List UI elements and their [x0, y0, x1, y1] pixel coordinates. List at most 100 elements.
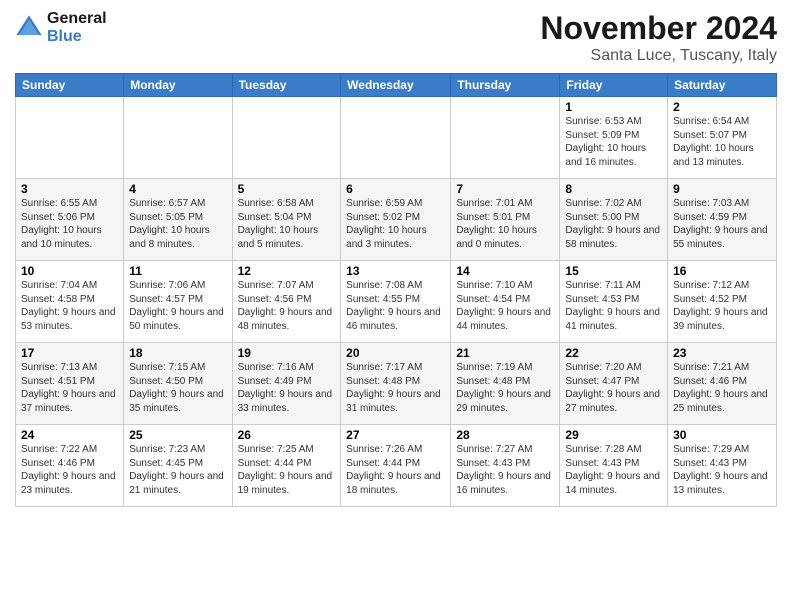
day-number: 18 — [129, 346, 226, 360]
day-info: Sunrise: 7:28 AM Sunset: 4:43 PM Dayligh… — [565, 443, 662, 497]
week-row-5: 24Sunrise: 7:22 AM Sunset: 4:46 PM Dayli… — [16, 425, 777, 507]
day-info: Sunrise: 6:55 AM Sunset: 5:06 PM Dayligh… — [21, 197, 118, 251]
day-number: 21 — [456, 346, 554, 360]
day-number: 6 — [346, 182, 445, 196]
calendar-cell: 4Sunrise: 6:57 AM Sunset: 5:05 PM Daylig… — [124, 179, 232, 261]
day-number: 17 — [21, 346, 118, 360]
day-number: 16 — [673, 264, 771, 278]
col-friday: Friday — [560, 74, 668, 97]
calendar-cell: 27Sunrise: 7:26 AM Sunset: 4:44 PM Dayli… — [341, 425, 451, 507]
calendar-cell: 23Sunrise: 7:21 AM Sunset: 4:46 PM Dayli… — [668, 343, 777, 425]
header-row: Sunday Monday Tuesday Wednesday Thursday… — [16, 74, 777, 97]
day-number: 5 — [238, 182, 336, 196]
day-number: 14 — [456, 264, 554, 278]
calendar-cell: 5Sunrise: 6:58 AM Sunset: 5:04 PM Daylig… — [232, 179, 341, 261]
day-info: Sunrise: 7:01 AM Sunset: 5:01 PM Dayligh… — [456, 197, 554, 251]
location: Santa Luce, Tuscany, Italy — [540, 47, 777, 65]
day-info: Sunrise: 7:10 AM Sunset: 4:54 PM Dayligh… — [456, 279, 554, 333]
day-info: Sunrise: 7:23 AM Sunset: 4:45 PM Dayligh… — [129, 443, 226, 497]
day-info: Sunrise: 7:19 AM Sunset: 4:48 PM Dayligh… — [456, 361, 554, 415]
calendar-cell: 13Sunrise: 7:08 AM Sunset: 4:55 PM Dayli… — [341, 261, 451, 343]
day-info: Sunrise: 7:26 AM Sunset: 4:44 PM Dayligh… — [346, 443, 445, 497]
calendar-cell — [451, 97, 560, 179]
day-info: Sunrise: 6:54 AM Sunset: 5:07 PM Dayligh… — [673, 115, 771, 169]
day-info: Sunrise: 7:20 AM Sunset: 4:47 PM Dayligh… — [565, 361, 662, 415]
day-info: Sunrise: 7:11 AM Sunset: 4:53 PM Dayligh… — [565, 279, 662, 333]
calendar-cell: 24Sunrise: 7:22 AM Sunset: 4:46 PM Dayli… — [16, 425, 124, 507]
week-row-1: 1Sunrise: 6:53 AM Sunset: 5:09 PM Daylig… — [16, 97, 777, 179]
calendar-cell: 11Sunrise: 7:06 AM Sunset: 4:57 PM Dayli… — [124, 261, 232, 343]
day-number: 25 — [129, 428, 226, 442]
calendar-cell: 6Sunrise: 6:59 AM Sunset: 5:02 PM Daylig… — [341, 179, 451, 261]
day-number: 19 — [238, 346, 336, 360]
calendar-cell: 12Sunrise: 7:07 AM Sunset: 4:56 PM Dayli… — [232, 261, 341, 343]
calendar-cell: 1Sunrise: 6:53 AM Sunset: 5:09 PM Daylig… — [560, 97, 668, 179]
week-row-3: 10Sunrise: 7:04 AM Sunset: 4:58 PM Dayli… — [16, 261, 777, 343]
day-number: 23 — [673, 346, 771, 360]
calendar-cell: 14Sunrise: 7:10 AM Sunset: 4:54 PM Dayli… — [451, 261, 560, 343]
calendar-cell — [341, 97, 451, 179]
day-number: 11 — [129, 264, 226, 278]
calendar-cell: 26Sunrise: 7:25 AM Sunset: 4:44 PM Dayli… — [232, 425, 341, 507]
day-info: Sunrise: 7:06 AM Sunset: 4:57 PM Dayligh… — [129, 279, 226, 333]
day-info: Sunrise: 7:29 AM Sunset: 4:43 PM Dayligh… — [673, 443, 771, 497]
day-info: Sunrise: 7:15 AM Sunset: 4:50 PM Dayligh… — [129, 361, 226, 415]
calendar-cell — [124, 97, 232, 179]
day-info: Sunrise: 7:12 AM Sunset: 4:52 PM Dayligh… — [673, 279, 771, 333]
header: General Blue November 2024 Santa Luce, T… — [15, 10, 777, 65]
day-info: Sunrise: 7:02 AM Sunset: 5:00 PM Dayligh… — [565, 197, 662, 251]
day-info: Sunrise: 6:53 AM Sunset: 5:09 PM Dayligh… — [565, 115, 662, 169]
calendar-cell: 19Sunrise: 7:16 AM Sunset: 4:49 PM Dayli… — [232, 343, 341, 425]
logo-text: General Blue — [47, 10, 107, 46]
day-info: Sunrise: 7:22 AM Sunset: 4:46 PM Dayligh… — [21, 443, 118, 497]
day-info: Sunrise: 6:57 AM Sunset: 5:05 PM Dayligh… — [129, 197, 226, 251]
calendar-cell: 8Sunrise: 7:02 AM Sunset: 5:00 PM Daylig… — [560, 179, 668, 261]
calendar-cell: 21Sunrise: 7:19 AM Sunset: 4:48 PM Dayli… — [451, 343, 560, 425]
col-tuesday: Tuesday — [232, 74, 341, 97]
calendar-cell — [232, 97, 341, 179]
calendar-cell: 3Sunrise: 6:55 AM Sunset: 5:06 PM Daylig… — [16, 179, 124, 261]
calendar-cell: 15Sunrise: 7:11 AM Sunset: 4:53 PM Dayli… — [560, 261, 668, 343]
day-number: 30 — [673, 428, 771, 442]
calendar-cell: 25Sunrise: 7:23 AM Sunset: 4:45 PM Dayli… — [124, 425, 232, 507]
calendar-cell: 17Sunrise: 7:13 AM Sunset: 4:51 PM Dayli… — [16, 343, 124, 425]
col-saturday: Saturday — [668, 74, 777, 97]
day-number: 12 — [238, 264, 336, 278]
day-info: Sunrise: 7:27 AM Sunset: 4:43 PM Dayligh… — [456, 443, 554, 497]
day-info: Sunrise: 7:04 AM Sunset: 4:58 PM Dayligh… — [21, 279, 118, 333]
day-number: 2 — [673, 100, 771, 114]
logo-icon — [15, 14, 43, 42]
calendar-cell: 9Sunrise: 7:03 AM Sunset: 4:59 PM Daylig… — [668, 179, 777, 261]
calendar-cell: 10Sunrise: 7:04 AM Sunset: 4:58 PM Dayli… — [16, 261, 124, 343]
day-number: 28 — [456, 428, 554, 442]
calendar-cell: 2Sunrise: 6:54 AM Sunset: 5:07 PM Daylig… — [668, 97, 777, 179]
day-number: 20 — [346, 346, 445, 360]
day-info: Sunrise: 7:17 AM Sunset: 4:48 PM Dayligh… — [346, 361, 445, 415]
calendar-cell: 16Sunrise: 7:12 AM Sunset: 4:52 PM Dayli… — [668, 261, 777, 343]
day-number: 15 — [565, 264, 662, 278]
title-block: November 2024 Santa Luce, Tuscany, Italy — [540, 10, 777, 65]
day-info: Sunrise: 7:25 AM Sunset: 4:44 PM Dayligh… — [238, 443, 336, 497]
week-row-2: 3Sunrise: 6:55 AM Sunset: 5:06 PM Daylig… — [16, 179, 777, 261]
day-number: 1 — [565, 100, 662, 114]
day-number: 10 — [21, 264, 118, 278]
calendar-cell: 20Sunrise: 7:17 AM Sunset: 4:48 PM Dayli… — [341, 343, 451, 425]
col-wednesday: Wednesday — [341, 74, 451, 97]
col-monday: Monday — [124, 74, 232, 97]
day-info: Sunrise: 6:58 AM Sunset: 5:04 PM Dayligh… — [238, 197, 336, 251]
calendar-cell — [16, 97, 124, 179]
calendar-cell: 30Sunrise: 7:29 AM Sunset: 4:43 PM Dayli… — [668, 425, 777, 507]
week-row-4: 17Sunrise: 7:13 AM Sunset: 4:51 PM Dayli… — [16, 343, 777, 425]
day-number: 22 — [565, 346, 662, 360]
day-number: 4 — [129, 182, 226, 196]
calendar-cell: 28Sunrise: 7:27 AM Sunset: 4:43 PM Dayli… — [451, 425, 560, 507]
calendar-cell: 7Sunrise: 7:01 AM Sunset: 5:01 PM Daylig… — [451, 179, 560, 261]
col-thursday: Thursday — [451, 74, 560, 97]
day-number: 13 — [346, 264, 445, 278]
month-title: November 2024 — [540, 10, 777, 47]
calendar-table: Sunday Monday Tuesday Wednesday Thursday… — [15, 73, 777, 507]
logo: General Blue — [15, 10, 107, 46]
day-number: 9 — [673, 182, 771, 196]
day-info: Sunrise: 7:07 AM Sunset: 4:56 PM Dayligh… — [238, 279, 336, 333]
calendar-cell: 18Sunrise: 7:15 AM Sunset: 4:50 PM Dayli… — [124, 343, 232, 425]
